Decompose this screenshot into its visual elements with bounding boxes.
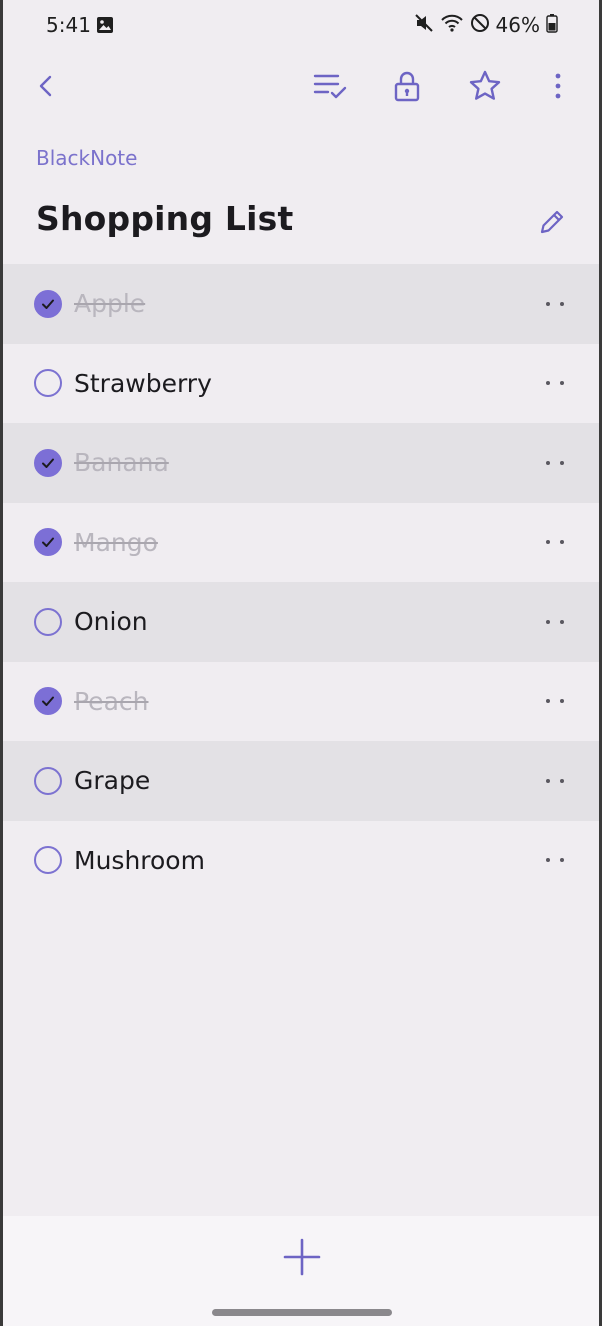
home-indicator[interactable] (212, 1309, 392, 1316)
item-label[interactable]: Peach (74, 687, 148, 716)
dot (546, 381, 550, 386)
item-checkbox[interactable] (34, 607, 62, 636)
dot (560, 460, 564, 465)
battery-icon (546, 13, 558, 37)
check-icon (42, 299, 54, 309)
item-label[interactable]: Mango (74, 528, 158, 557)
item-checkbox[interactable] (34, 687, 62, 716)
dot (560, 778, 564, 783)
item-checkbox[interactable] (34, 528, 62, 557)
item-more-button[interactable] (533, 766, 577, 796)
item-more-button[interactable] (533, 289, 577, 319)
list-item: Strawberry (3, 344, 599, 424)
plus-icon (283, 1238, 321, 1276)
list-item: Grape (3, 741, 599, 821)
check-icon (42, 696, 54, 707)
item-checkbox[interactable] (34, 289, 62, 318)
dot (560, 619, 564, 624)
item-label[interactable]: Banana (74, 448, 169, 477)
app-name: BlackNote (36, 146, 138, 170)
item-more-button[interactable] (533, 845, 577, 875)
item-more-button[interactable] (533, 607, 577, 637)
item-more-button[interactable] (533, 448, 577, 478)
star-icon (469, 70, 501, 100)
pencil-icon (540, 210, 564, 234)
page-title: Shopping List (36, 199, 294, 238)
status-icons: 46% (414, 13, 558, 37)
checklist-icon (313, 74, 347, 99)
more-options-button[interactable] (538, 66, 578, 106)
list-item: Apple (3, 264, 599, 344)
wifi-icon (440, 13, 464, 37)
screen: 5:41 46% BlackNote Shopping List Apple S… (0, 0, 602, 1326)
item-label[interactable]: Mushroom (74, 846, 205, 875)
back-icon (39, 75, 52, 97)
item-more-button[interactable] (533, 368, 577, 398)
check-icon (42, 537, 54, 548)
item-checkbox[interactable] (34, 369, 62, 398)
dot (546, 699, 550, 704)
toolbar (0, 58, 602, 114)
status-bar: 5:41 46% (0, 0, 602, 52)
list-item: Peach (3, 662, 599, 742)
dot (560, 381, 564, 386)
checklist: Apple Strawberry Banana Mango Onion Peac… (3, 264, 599, 900)
battery-percent: 46% (495, 13, 540, 37)
star-button[interactable] (465, 66, 505, 106)
item-label[interactable]: Grape (74, 766, 150, 795)
dot (546, 460, 550, 465)
add-item-button[interactable] (279, 1234, 325, 1280)
check-icon (42, 458, 54, 468)
edit-title-button[interactable] (532, 202, 572, 242)
mute-icon (414, 13, 434, 37)
item-checkbox[interactable] (34, 766, 62, 795)
dot (546, 858, 550, 863)
lock-button[interactable] (387, 66, 427, 106)
lock-icon (394, 71, 420, 102)
back-button[interactable] (26, 66, 66, 106)
item-label[interactable]: Apple (74, 289, 145, 318)
item-label[interactable]: Strawberry (74, 369, 212, 398)
item-label[interactable]: Onion (74, 607, 148, 636)
bottom-bar (3, 1216, 599, 1326)
checklist-button[interactable] (310, 66, 350, 106)
list-item: Onion (3, 582, 599, 662)
item-more-button[interactable] (533, 527, 577, 557)
dot (546, 778, 550, 783)
dot (560, 858, 564, 863)
dot (546, 619, 550, 624)
dot (546, 301, 550, 306)
frame-edge-left (0, 0, 3, 1326)
do-not-disturb-icon (470, 13, 490, 37)
list-item: Banana (3, 423, 599, 503)
dot (560, 540, 564, 545)
image-icon (96, 16, 114, 38)
list-item: Mango (3, 503, 599, 583)
list-item: Mushroom (3, 821, 599, 901)
item-checkbox[interactable] (34, 448, 62, 477)
status-time: 5:41 (46, 13, 91, 37)
item-more-button[interactable] (533, 686, 577, 716)
dot (560, 699, 564, 704)
item-checkbox[interactable] (34, 846, 62, 875)
dot (560, 301, 564, 306)
more-vert-icon (555, 73, 561, 99)
dot (546, 540, 550, 545)
